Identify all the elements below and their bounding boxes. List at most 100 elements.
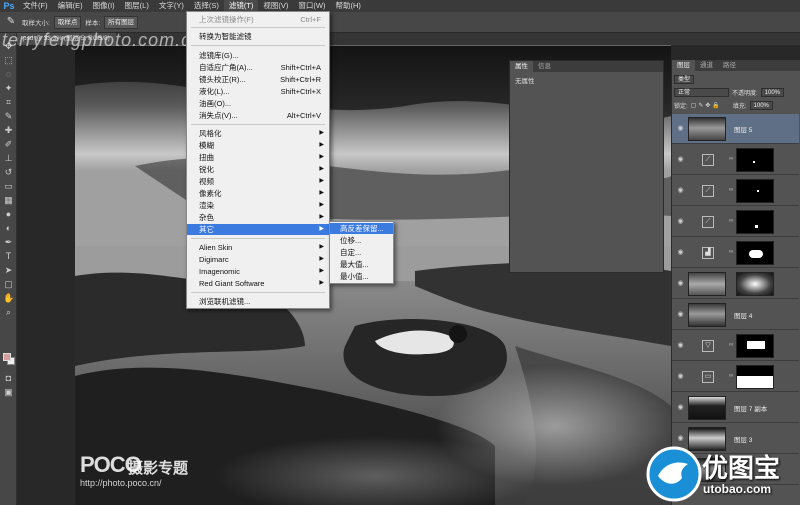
menu-item-minimum[interactable]: 最小值...: [330, 271, 393, 282]
menu-help[interactable]: 帮助(H): [331, 0, 366, 12]
eye-icon[interactable]: ◉: [676, 372, 685, 381]
blend-mode-select[interactable]: 正常: [674, 88, 729, 97]
submenu-arrow-icon: ▶: [319, 154, 324, 160]
healing-brush-icon[interactable]: ✚: [3, 125, 14, 136]
marquee-tool-icon[interactable]: ⬚: [3, 55, 14, 66]
opacity-input[interactable]: 100%: [760, 88, 785, 97]
eye-icon[interactable]: ◉: [676, 341, 685, 350]
menu-item-digimarc[interactable]: Digimarc ▶: [187, 254, 329, 265]
tab-layers[interactable]: 图层: [672, 60, 695, 71]
menu-item-last-filter[interactable]: 上次滤镜操作(F) Ctrl+F: [187, 14, 329, 25]
tab-properties[interactable]: 属性: [510, 61, 533, 72]
link-icon: ∞: [729, 373, 734, 379]
menu-layer[interactable]: 图层(L): [120, 0, 154, 12]
layer-row[interactable]: ◉ ⟋ ∞: [672, 176, 799, 206]
history-brush-icon[interactable]: ↺: [3, 167, 14, 178]
gradient-tool-icon[interactable]: ▦: [3, 195, 14, 206]
path-select-icon[interactable]: ➤: [3, 265, 14, 276]
menu-file[interactable]: 文件(F): [18, 0, 53, 12]
eye-icon[interactable]: ◉: [676, 310, 685, 319]
menu-item-maximum[interactable]: 最大值...: [330, 259, 393, 270]
eye-icon[interactable]: ◉: [676, 403, 685, 412]
eye-icon[interactable]: ◉: [676, 434, 685, 443]
layer-row[interactable]: ◉ ▽ ∞: [672, 331, 799, 361]
utobao-chinese-name: 优图宝: [702, 453, 781, 483]
layer-row[interactable]: ◉ ▭ ∞: [672, 362, 799, 392]
screen-mode-icon[interactable]: ▣: [3, 387, 14, 398]
menu-item-blur[interactable]: 模糊 ▶: [187, 140, 329, 151]
layer-mask-thumbnail[interactable]: [736, 334, 774, 358]
menu-item-vanishing-point[interactable]: 消失点(V)... Alt+Ctrl+V: [187, 110, 329, 121]
eye-icon[interactable]: ◉: [676, 124, 685, 133]
fill-input[interactable]: 100%: [749, 101, 773, 110]
type-tool-icon[interactable]: T: [3, 251, 14, 262]
layer-row[interactable]: ◉ ▟ ∞: [672, 238, 799, 268]
hand-tool-icon[interactable]: ✋: [3, 293, 14, 304]
menu-type[interactable]: 文字(Y): [154, 0, 189, 12]
menu-item-adaptive-wide-angle[interactable]: 自适应广角(A)... Shift+Ctrl+A: [187, 62, 329, 73]
menu-item-custom[interactable]: 自定...: [330, 247, 393, 258]
menu-item-pixelate[interactable]: 像素化 ▶: [187, 188, 329, 199]
lasso-tool-icon[interactable]: ◌: [3, 69, 14, 80]
menu-item-offset[interactable]: 位移...: [330, 235, 393, 246]
menu-item-liquify[interactable]: 液化(L)... Shift+Ctrl+X: [187, 86, 329, 97]
layer-row[interactable]: ◉ 图层 5: [672, 114, 799, 144]
menu-item-alien-skin[interactable]: Alien Skin ▶: [187, 242, 329, 253]
menu-item-lens-correction[interactable]: 镜头校正(R)... Shift+Ctrl+R: [187, 74, 329, 85]
menu-item-convert-smart-filter[interactable]: 转换为智能滤镜: [187, 31, 329, 42]
menu-item-video[interactable]: 视频 ▶: [187, 176, 329, 187]
layer-row[interactable]: ◉ 图层 7 副本: [672, 393, 799, 423]
eraser-tool-icon[interactable]: ▭: [3, 181, 14, 192]
eye-icon[interactable]: ◉: [676, 248, 685, 257]
layer-row[interactable]: ◉ ⟋ ∞: [672, 145, 799, 175]
eyedropper-icon[interactable]: ✎: [3, 111, 14, 122]
eye-icon[interactable]: ◉: [676, 279, 685, 288]
menu-item-oil-paint[interactable]: 油画(O)...: [187, 98, 329, 109]
pen-tool-icon[interactable]: ✒: [3, 237, 14, 248]
menu-separator: [191, 292, 325, 293]
eye-icon[interactable]: ◉: [676, 155, 685, 164]
menu-item-imagenomic[interactable]: Imagenomic ▶: [187, 266, 329, 277]
menu-edit[interactable]: 编辑(E): [53, 0, 88, 12]
tab-info[interactable]: 信息: [533, 61, 556, 72]
quick-select-tool-icon[interactable]: ✦: [3, 83, 14, 94]
tab-channels[interactable]: 通道: [695, 60, 718, 71]
layer-row[interactable]: ◉: [672, 269, 799, 299]
eye-icon[interactable]: ◉: [676, 186, 685, 195]
lock-icons[interactable]: ▢✎✥🔒: [691, 102, 722, 109]
layer-mask-thumbnail[interactable]: [736, 272, 774, 296]
crop-tool-icon[interactable]: ⌗: [3, 97, 14, 108]
layer-mask-thumbnail[interactable]: [736, 179, 774, 203]
layer-mask-thumbnail[interactable]: [736, 148, 774, 172]
menu-item-stylize[interactable]: 风格化 ▶: [187, 128, 329, 139]
menu-image[interactable]: 图像(I): [88, 0, 120, 12]
clone-stamp-icon[interactable]: ⊥: [3, 153, 14, 164]
menu-item-browse-online[interactable]: 浏览联机滤镜...: [187, 296, 329, 307]
quick-mask-icon[interactable]: ◘: [3, 373, 14, 384]
menu-item-red-giant[interactable]: Red Giant Software ▶: [187, 278, 329, 289]
sample-select[interactable]: 所有图层: [104, 15, 139, 29]
menu-item-other[interactable]: 其它 ▶: [187, 224, 329, 235]
foreground-color-swatch[interactable]: [3, 353, 11, 361]
menu-item-filter-gallery[interactable]: 滤镜库(G)...: [187, 50, 329, 61]
menu-item-distort[interactable]: 扭曲 ▶: [187, 152, 329, 163]
layer-mask-thumbnail[interactable]: [736, 241, 774, 265]
eyedropper-tool-icon[interactable]: ✎: [4, 15, 18, 29]
menu-item-render[interactable]: 渲染 ▶: [187, 200, 329, 211]
layer-kind-filter[interactable]: 类型: [674, 75, 695, 84]
layer-mask-thumbnail[interactable]: [736, 210, 774, 234]
sample-size-select[interactable]: 取样点: [53, 15, 82, 29]
blur-tool-icon[interactable]: ●: [3, 209, 14, 220]
menu-item-sharpen[interactable]: 锐化 ▶: [187, 164, 329, 175]
dodge-tool-icon[interactable]: ◐: [3, 223, 14, 234]
tab-paths[interactable]: 路径: [718, 60, 741, 71]
layer-row[interactable]: ◉ 图层 4: [672, 300, 799, 330]
layer-mask-thumbnail[interactable]: [736, 365, 774, 389]
menu-item-noise[interactable]: 杂色 ▶: [187, 212, 329, 223]
menu-item-high-pass[interactable]: 高反差保留...: [330, 223, 393, 234]
layer-row[interactable]: ◉ ⟋ ∞: [672, 207, 799, 237]
brush-tool-icon[interactable]: ✐: [3, 139, 14, 150]
eye-icon[interactable]: ◉: [676, 217, 685, 226]
zoom-tool-icon[interactable]: ⌕: [3, 307, 14, 318]
shape-tool-icon[interactable]: ▢: [3, 279, 14, 290]
